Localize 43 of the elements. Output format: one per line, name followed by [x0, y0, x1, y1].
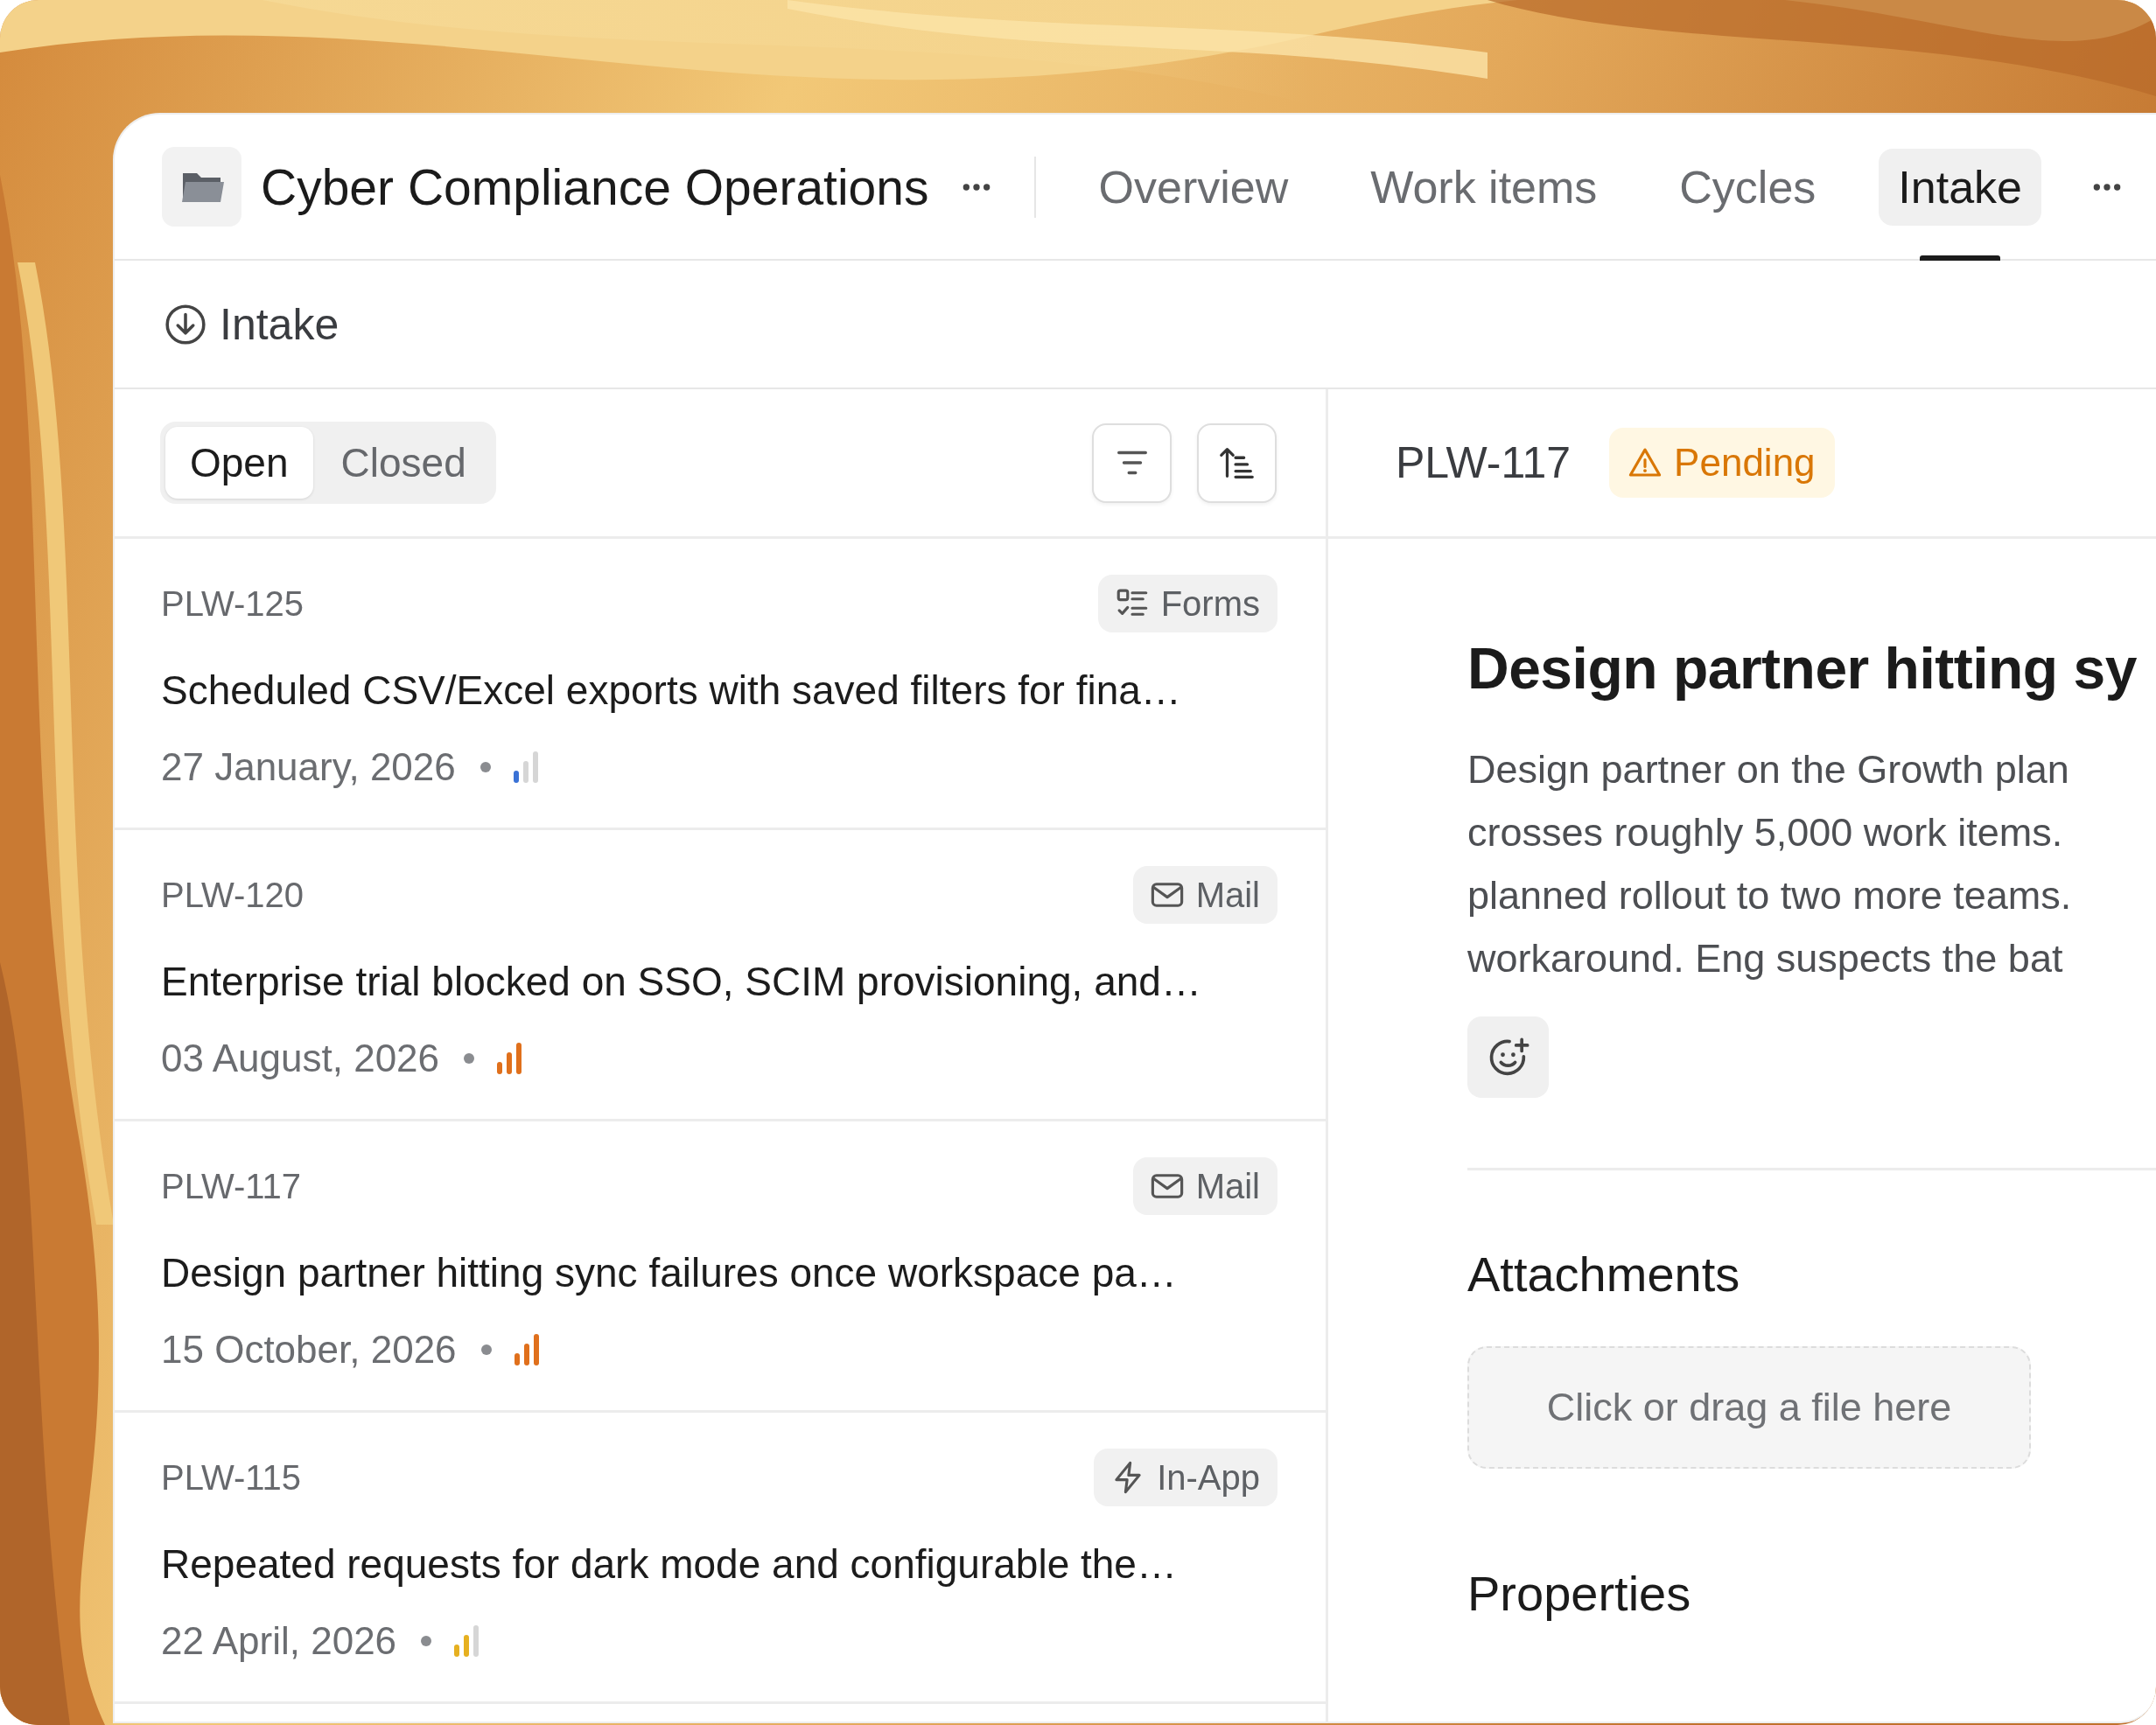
issue-title: Design partner hitting sy [1467, 635, 2138, 702]
filter-button[interactable] [1092, 423, 1172, 503]
item-title: Scheduled CSV/Excel exports with saved filters for fina… [161, 667, 1182, 714]
separator-dot [421, 1636, 432, 1646]
nav-tab[interactable]: Cycles [1660, 148, 1836, 226]
folder-icon [162, 147, 242, 227]
sort-button[interactable] [1197, 423, 1277, 503]
description-line: Design partner on the Growth plan [1467, 746, 2070, 793]
description-line: planned rollout to two more teams. [1467, 872, 2073, 919]
reaction-button[interactable] [1467, 1016, 1549, 1098]
source-label: Mail [1195, 875, 1260, 915]
source-label: Forms [1160, 583, 1260, 624]
source-label: Mail [1195, 1166, 1260, 1206]
project-title: Cyber Compliance Operations [261, 157, 929, 216]
separator-dot [480, 1344, 492, 1355]
source-label: In-App [1157, 1457, 1260, 1498]
page-title: Intake [220, 298, 340, 350]
file-dropzone[interactable]: Click or drag a file here [1467, 1346, 2031, 1469]
separator-dot [480, 762, 491, 772]
item-id: PLW-117 [161, 1166, 302, 1206]
item-date: 27 January, 2026 [161, 745, 456, 789]
item-title: Design partner hitting sync failures once workspace pa… [161, 1249, 1178, 1296]
item-date: 15 October, 2026 [161, 1328, 457, 1372]
item-date: 22 April, 2026 [161, 1619, 397, 1663]
toggle-option[interactable]: Closed [316, 427, 491, 499]
item-title: Repeated requests for dark mode and configurable the… [161, 1540, 1178, 1588]
section-heading: Attachments [1467, 1246, 1741, 1302]
nav-tab[interactable]: Work items [1351, 148, 1617, 226]
item-id: PLW-115 [161, 1457, 302, 1498]
item-title: Enterprise trial blocked on SSO, SCIM provisioning, and… [161, 958, 1202, 1005]
toggle-option[interactable]: Open [165, 427, 313, 499]
intake-icon [164, 302, 207, 346]
description-line: crosses roughly 5,000 work items. [1467, 809, 2064, 856]
description-line: workaround. Eng suspects the bat [1467, 935, 2064, 982]
item-date: 03 August, 2026 [161, 1037, 440, 1080]
nav-tab[interactable]: Overview [1079, 148, 1308, 226]
separator-dot [464, 1053, 475, 1064]
section-heading: Properties [1467, 1565, 1692, 1622]
item-id: PLW-125 [161, 583, 304, 624]
item-id: PLW-120 [161, 875, 304, 915]
status-label: Pending [1674, 441, 1816, 485]
nav-tab[interactable]: Intake [1879, 148, 2041, 226]
issue-id: PLW-117 [1396, 437, 1572, 488]
